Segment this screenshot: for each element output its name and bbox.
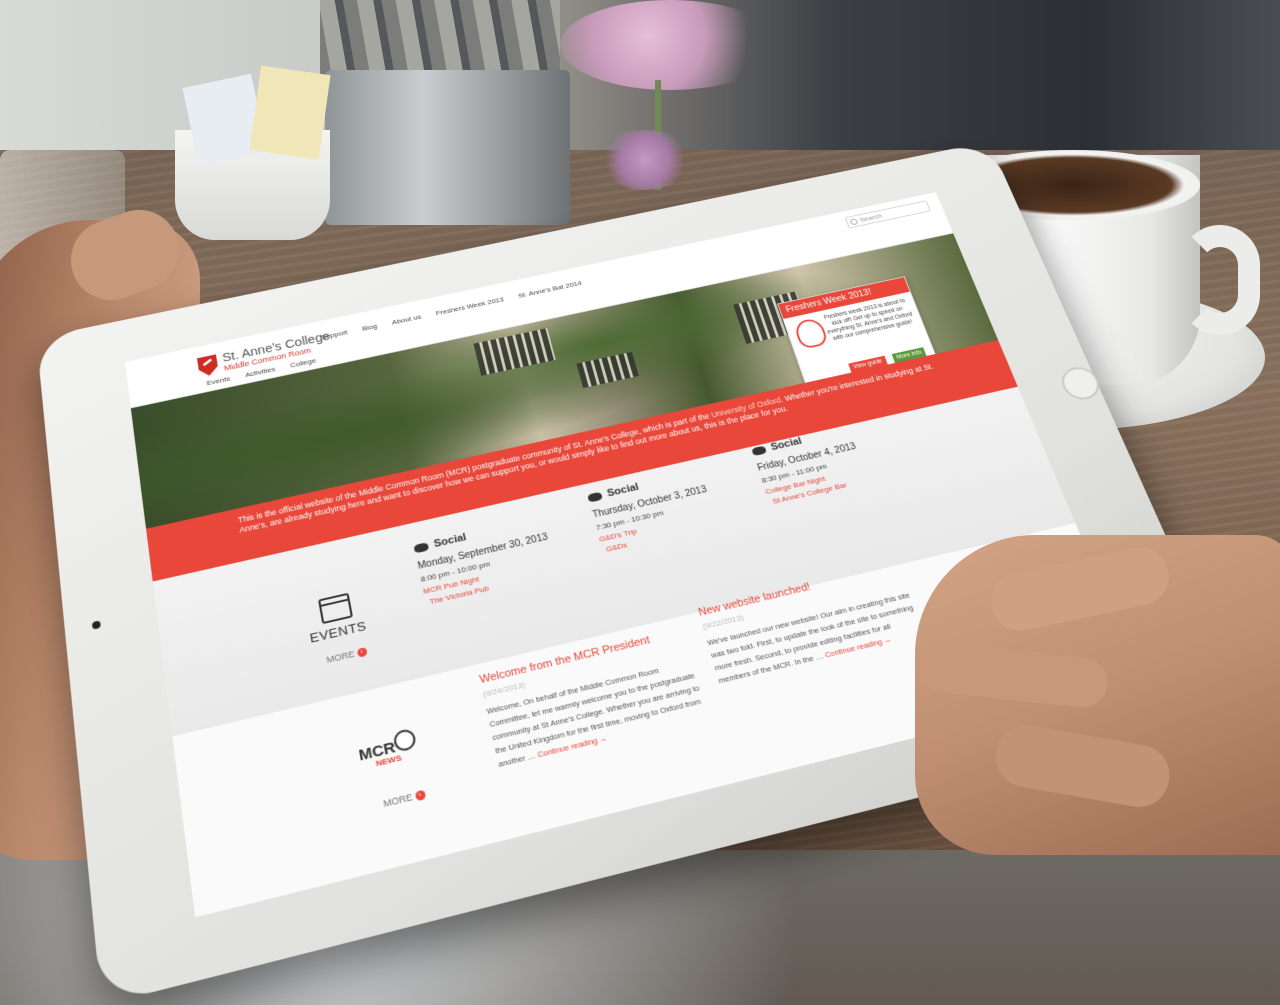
arrow-right-icon: › (414, 789, 426, 802)
event-item: Social Monday, September 30, 2013 8:00 p… (413, 504, 606, 608)
events-label: EVENTS (308, 618, 368, 646)
sugar-packet (249, 65, 331, 160)
event-type: Social (605, 481, 641, 500)
flowers (600, 130, 690, 190)
calendar-icon (318, 592, 354, 625)
building-windows (473, 328, 556, 376)
nav-item-activities[interactable]: Activities (245, 365, 276, 379)
event-type: Social (432, 531, 468, 550)
news-more-label: MORE (382, 791, 414, 810)
nav-item-freshers[interactable]: Freshers Week 2013 (435, 296, 505, 317)
cutlery-holder (325, 70, 570, 225)
chat-icon (587, 491, 603, 503)
crest-mark (203, 359, 212, 367)
search-placeholder: Search (858, 212, 883, 224)
nav-item-blog[interactable]: Blog (362, 322, 378, 332)
chat-icon (751, 445, 767, 456)
search-icon (849, 218, 859, 226)
chat-icon (413, 541, 430, 554)
events-more-label: MORE (325, 648, 356, 666)
news-more-link[interactable]: MORE › (382, 789, 426, 810)
nav-item-events[interactable]: Events (206, 375, 231, 387)
camera-icon (91, 620, 101, 630)
flowers (560, 0, 780, 90)
college-crest-icon[interactable] (197, 354, 219, 377)
arrow-right-icon: › (356, 647, 368, 659)
search-input[interactable]: Search (844, 200, 931, 229)
building-windows (576, 351, 639, 389)
cup-handle (1180, 225, 1260, 335)
events-more-link[interactable]: MORE › (326, 646, 368, 665)
nav-item-about[interactable]: About us (391, 313, 422, 326)
nav-item-bat[interactable]: St. Anne's Bat 2014 (517, 279, 582, 299)
nav-item-college[interactable]: College (290, 357, 317, 370)
